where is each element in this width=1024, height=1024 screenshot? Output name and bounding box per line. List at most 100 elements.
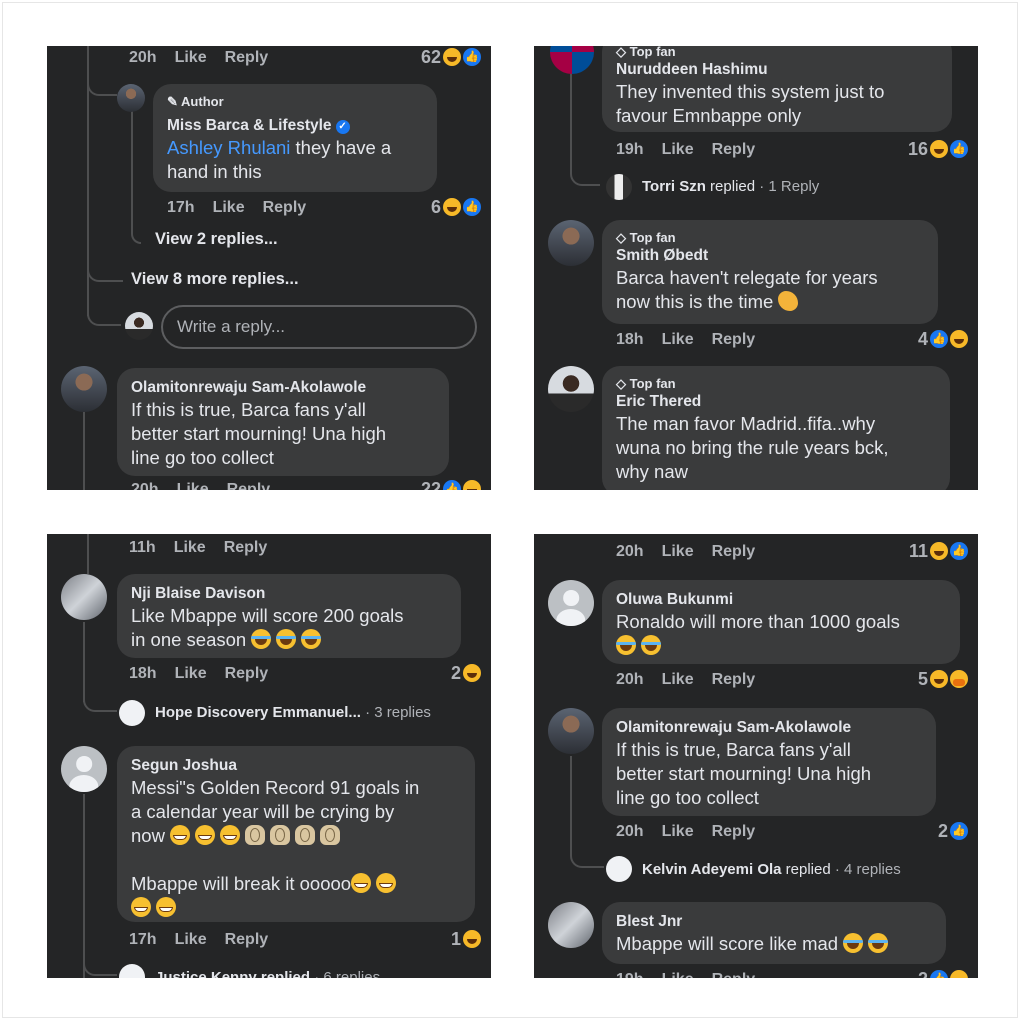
thread-connector <box>87 264 123 282</box>
tears-of-joy-emoji-icon <box>301 629 322 649</box>
comment-bubble[interactable]: ◇ Top fan Nuruddeen Hashimu They invente… <box>602 46 952 132</box>
comment-time: 18h <box>616 331 644 348</box>
reaction-count[interactable]: 11 👍 <box>909 540 968 562</box>
current-user-avatar <box>125 312 153 340</box>
comment-bubble[interactable]: Segun Joshua Messi"s Golden Record 91 go… <box>117 746 475 922</box>
commenter-name[interactable]: Oluwa Bukunmi <box>616 590 946 610</box>
reaction-count[interactable]: 16 👍 <box>908 138 968 160</box>
avatar[interactable] <box>606 856 632 882</box>
mention-link[interactable]: Ashley Rhulani <box>167 137 290 158</box>
like-reaction-icon: 👍 <box>443 480 461 490</box>
reaction-count[interactable]: 4 👍 <box>918 328 968 350</box>
reply-link[interactable]: Reply <box>712 671 756 688</box>
reply-link[interactable]: Reply <box>225 931 269 948</box>
write-reply-input[interactable]: Write a reply... <box>161 305 477 349</box>
comment-bubble[interactable]: ✎ Author Miss Barca & Lifestyle ✓ Ashley … <box>153 84 437 192</box>
like-link[interactable]: Like <box>175 49 207 66</box>
avatar[interactable] <box>61 574 107 620</box>
haha-reaction-icon <box>443 48 461 66</box>
avatar[interactable] <box>548 580 594 626</box>
commenter-name[interactable]: Nuruddeen Hashimu <box>616 60 938 80</box>
reply-link[interactable]: Reply <box>225 49 269 66</box>
comment-text <box>616 634 946 658</box>
reaction-count[interactable]: 2👍 <box>938 820 968 842</box>
like-link[interactable]: Like <box>175 665 207 682</box>
comment-bubble[interactable]: Oluwa Bukunmi Ronaldo will more than 100… <box>602 580 960 664</box>
comment-bubble[interactable]: Blest Jnr Mbappe will score like mad <box>602 902 946 964</box>
commenter-name[interactable]: Nji Blaise Davison <box>131 584 447 604</box>
author-badge: ✎ Author <box>167 94 224 109</box>
avatar[interactable] <box>548 220 594 266</box>
praying-emoji-icon <box>320 825 341 845</box>
comment-text: The man favor Madrid..fifa..why <box>616 413 876 434</box>
reply-link[interactable]: Reply <box>712 331 756 348</box>
replies-summary[interactable]: Hope Discovery Emmanuel... · 3 replies <box>155 703 431 723</box>
comment-bubble[interactable]: Olamitonrewaju Sam-Akolawole If this is … <box>602 708 936 816</box>
reaction-count[interactable]: 5 <box>918 668 968 690</box>
replies-summary[interactable]: Kelvin Adeyemi Ola replied · 4 replies <box>642 860 901 880</box>
reply-link[interactable]: Reply <box>712 543 756 560</box>
avatar[interactable] <box>61 366 107 412</box>
commenter-name[interactable]: Olamitonrewaju Sam-Akolawole <box>131 378 435 398</box>
view-more-replies-link[interactable]: View 8 more replies... <box>131 270 299 289</box>
comment-text: Like Mbappe will score 200 goals <box>131 605 404 626</box>
reply-link[interactable]: Reply <box>712 823 756 840</box>
commenter-name[interactable]: Smith Øbedt <box>616 246 924 266</box>
avatar[interactable] <box>548 902 594 948</box>
reaction-count[interactable]: 22 👍 <box>421 478 481 490</box>
avatar[interactable] <box>548 366 594 412</box>
avatar[interactable] <box>119 700 145 726</box>
reply-link[interactable]: Reply <box>225 665 269 682</box>
avatar[interactable] <box>61 746 107 792</box>
commenter-name[interactable]: Blest Jnr <box>616 912 932 932</box>
reaction-count[interactable]: 1 <box>451 928 481 950</box>
commenter-name[interactable]: Eric Thered <box>616 392 936 412</box>
haha-reaction-icon <box>930 140 948 158</box>
comment-bubble[interactable]: Nji Blaise Davison Like Mbappe will scor… <box>117 574 461 658</box>
like-link[interactable]: Like <box>177 481 209 490</box>
avatar[interactable] <box>606 174 632 200</box>
top-fan-badge: ◇ Top fan <box>616 46 676 59</box>
comment-bubble[interactable]: ◇ Top fan Eric Thered The man favor Madr… <box>602 366 950 490</box>
reply-link[interactable]: Reply <box>224 539 268 556</box>
view-replies-link[interactable]: View 2 replies... <box>155 230 278 249</box>
avatar[interactable] <box>119 964 145 978</box>
like-link[interactable]: Like <box>213 199 245 216</box>
reply-link[interactable]: Reply <box>712 971 756 978</box>
like-link[interactable]: Like <box>174 539 206 556</box>
like-reaction-icon: 👍 <box>950 140 968 158</box>
reaction-count[interactable]: 2 <box>451 662 481 684</box>
comment-bubble[interactable]: Olamitonrewaju Sam-Akolawole If this is … <box>117 368 449 476</box>
comment-bubble[interactable]: ◇ Top fan Smith Øbedt Barca haven't rele… <box>602 220 938 324</box>
commenter-name[interactable]: Miss Barca & Lifestyle ✓ <box>167 116 423 136</box>
replies-summary[interactable]: Justice Kenny replied · 6 replies <box>155 968 380 978</box>
like-link[interactable]: Like <box>175 931 207 948</box>
reaction-count[interactable]: 62 👍 <box>421 46 481 68</box>
commenter-name[interactable]: Segun Joshua <box>131 756 461 776</box>
like-link[interactable]: Like <box>662 331 694 348</box>
comment-text: better start mourning! Una high <box>616 763 872 784</box>
reply-link[interactable]: Reply <box>227 481 271 490</box>
like-link[interactable]: Like <box>662 141 694 158</box>
replies-summary[interactable]: Torri Szn replied · 1 Reply <box>642 177 819 197</box>
haha-reaction-icon <box>950 330 968 348</box>
reply-link[interactable]: Reply <box>712 141 756 158</box>
comment-time: 20h <box>616 671 644 688</box>
avatar[interactable] <box>548 708 594 754</box>
reaction-count[interactable]: 6 👍 <box>431 196 481 218</box>
grin-emoji-icon <box>220 825 241 845</box>
praying-emoji-icon <box>295 825 316 845</box>
avatar[interactable] <box>550 46 594 74</box>
reply-link[interactable]: Reply <box>263 199 307 216</box>
like-link[interactable]: Like <box>662 823 694 840</box>
like-link[interactable]: Like <box>662 671 694 688</box>
thread-line <box>83 412 85 490</box>
comment-text: They invented this system just to <box>616 81 885 102</box>
commenter-name[interactable]: Olamitonrewaju Sam-Akolawole <box>616 718 922 738</box>
reaction-count[interactable]: 2👍 <box>918 968 968 978</box>
like-link[interactable]: Like <box>662 971 694 978</box>
comment-time: 20h <box>616 543 644 560</box>
thread-connector <box>87 74 117 96</box>
avatar[interactable] <box>117 84 145 112</box>
like-link[interactable]: Like <box>662 543 694 560</box>
